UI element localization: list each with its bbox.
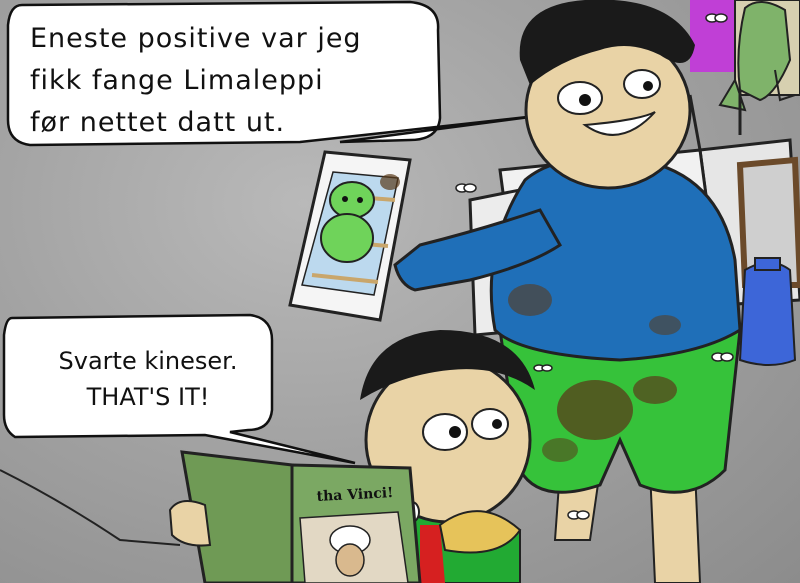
book xyxy=(168,450,422,583)
speech-text-left: Svarte kineser. THAT'S IT! xyxy=(28,343,268,415)
speech-text-top: Eneste positive var jeg fikk fange Limal… xyxy=(30,18,420,144)
speech-line: fikk fange Limaleppi xyxy=(30,65,324,96)
arm-outline xyxy=(0,469,181,546)
comic-panel: Eneste positive var jeg fikk fange Limal… xyxy=(0,0,800,583)
speech-line: Svarte kineser. xyxy=(58,347,238,375)
speech-line: THAT'S IT! xyxy=(86,383,210,411)
kettle xyxy=(738,257,797,366)
speech-line: før nettet datt ut. xyxy=(30,107,286,138)
smartphone xyxy=(288,150,412,322)
speech-line: Eneste positive var jeg xyxy=(30,23,362,54)
